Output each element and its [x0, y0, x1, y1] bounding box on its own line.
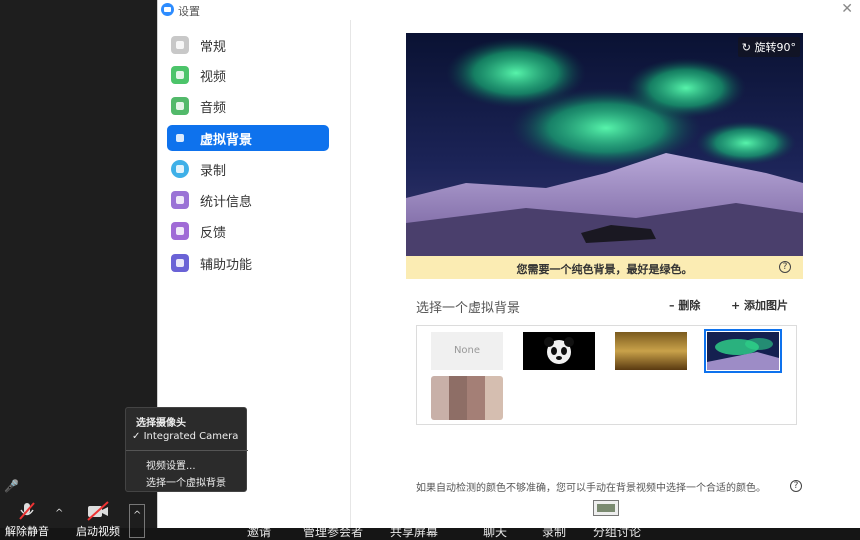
sidebar-item-recording[interactable]: 录制 — [167, 156, 329, 182]
title-bar: 设置 ✕ — [158, 0, 860, 20]
mic-muted-indicator-icon: 🎤 — [4, 479, 19, 493]
window-title: 设置 — [178, 5, 200, 18]
background-thumb-aurora[interactable] — [704, 329, 782, 373]
sidebar-item-label: 常规 — [200, 40, 227, 55]
unmute-label: 解除静音 — [5, 525, 49, 538]
rotate-label: 旋转90° — [754, 41, 797, 54]
sidebar-item-video[interactable]: 视频 — [167, 62, 329, 88]
audio-options-chevron-icon[interactable]: ^ — [55, 508, 63, 519]
sidebar-item-label: 统计信息 — [200, 195, 253, 210]
headphones-icon — [171, 97, 189, 115]
delete-label: 删除 — [678, 299, 701, 312]
start-video-label: 启动视频 — [76, 525, 120, 538]
sidebar-item-accessibility[interactable]: 辅助功能 — [167, 250, 329, 276]
start-video-button[interactable]: 启动视频 — [72, 500, 124, 538]
add-image-label: 添加图片 — [744, 299, 789, 312]
sidebar-item-label: 录制 — [200, 164, 227, 179]
help-icon[interactable]: ? — [779, 261, 791, 273]
video-options-chevron-icon[interactable]: ^ — [129, 504, 146, 538]
gear-icon — [171, 36, 189, 54]
zoom-app-icon — [161, 3, 174, 16]
unmute-button[interactable]: 解除静音 — [2, 500, 52, 538]
video-off-icon — [87, 501, 109, 521]
video-icon — [171, 66, 189, 84]
background-color-picker[interactable] — [593, 500, 619, 516]
camera-option-integrated[interactable]: ✓ Integrated Camera — [132, 431, 238, 442]
settings-window: 设置 ✕ 常规 视频 音频 虚拟背景 录制 统计信息 反馈 辅助功能 ↻ 旋转9… — [157, 0, 860, 528]
aurora-thumb-image — [707, 332, 779, 370]
background-thumb-blurred[interactable] — [431, 376, 503, 420]
check-icon: ✓ — [132, 431, 141, 442]
choose-background-item[interactable]: 选择一个虚拟背景 — [146, 474, 226, 489]
sidebar-item-label: 辅助功能 — [200, 258, 253, 273]
background-gallery: None — [416, 325, 797, 425]
panda-image — [544, 337, 574, 364]
sidebar-item-general[interactable]: 常规 — [167, 32, 329, 58]
sidebar-item-statistics[interactable]: 统计信息 — [167, 187, 329, 213]
delete-background-button[interactable]: – 删除 — [669, 297, 700, 313]
toolbar-manage-participants[interactable]: 管理参会者 — [303, 528, 363, 540]
toolbar-breakout-rooms[interactable]: 分组讨论 — [593, 528, 641, 540]
close-icon[interactable]: ✕ — [841, 1, 853, 17]
color-hint-text: 如果自动检测的颜色不够准确，您可以手动在背景视频中选择一个合适的颜色。 — [416, 483, 766, 494]
sidebar-item-virtual-background[interactable]: 虚拟背景 — [167, 125, 329, 151]
camera-menu: 选择摄像头 ✓ Integrated Camera 视频设置... 选择一个虚拟… — [125, 407, 248, 492]
sidebar-item-feedback[interactable]: 反馈 — [167, 218, 329, 244]
person-card-icon — [171, 129, 189, 147]
smile-icon — [171, 222, 189, 240]
toolbar-chat[interactable]: 聊天 — [483, 528, 507, 540]
rotate-button[interactable]: ↻ 旋转90° — [737, 37, 800, 57]
toolbar-invite[interactable]: 邀请 — [247, 528, 271, 540]
background-thumb-panda[interactable] — [523, 332, 595, 370]
video-settings-item[interactable]: 视频设置... — [146, 457, 196, 472]
sidebar-item-label: 视频 — [200, 70, 227, 85]
camera-menu-title: 选择摄像头 — [136, 418, 186, 429]
mic-off-icon — [19, 502, 35, 520]
toolbar-record[interactable]: 录制 — [542, 528, 566, 540]
stats-icon — [171, 191, 189, 209]
sidebar-item-label: 音频 — [200, 101, 227, 116]
help-icon[interactable]: ? — [790, 480, 802, 492]
aurora-image — [406, 33, 803, 256]
green-screen-hint: 您需要一个纯色背景，最好是绿色。 ? — [406, 256, 803, 279]
hint-text: 您需要一个纯色背景，最好是绿色。 — [516, 263, 693, 276]
virtual-background-panel: ↻ 旋转90° 您需要一个纯色背景，最好是绿色。 ? 选择一个虚拟背景 – 删除… — [351, 20, 860, 528]
background-preview: ↻ 旋转90° — [406, 33, 803, 256]
sidebar-item-audio[interactable]: 音频 — [167, 93, 329, 119]
camera-name: Integrated Camera — [143, 431, 239, 442]
record-icon — [171, 160, 189, 178]
add-image-button[interactable]: + 添加图片 — [731, 297, 788, 313]
choose-background-label: 选择一个虚拟背景 — [416, 301, 521, 316]
toolbar-share-screen[interactable]: 共享屏幕 — [390, 528, 438, 540]
sidebar-item-label: 反馈 — [200, 226, 227, 241]
background-thumb-none[interactable]: None — [431, 332, 503, 370]
sidebar-item-label: 虚拟背景 — [200, 133, 253, 148]
menu-divider — [126, 450, 248, 451]
accessibility-icon — [171, 254, 189, 272]
background-thumb-hall[interactable] — [615, 332, 687, 370]
